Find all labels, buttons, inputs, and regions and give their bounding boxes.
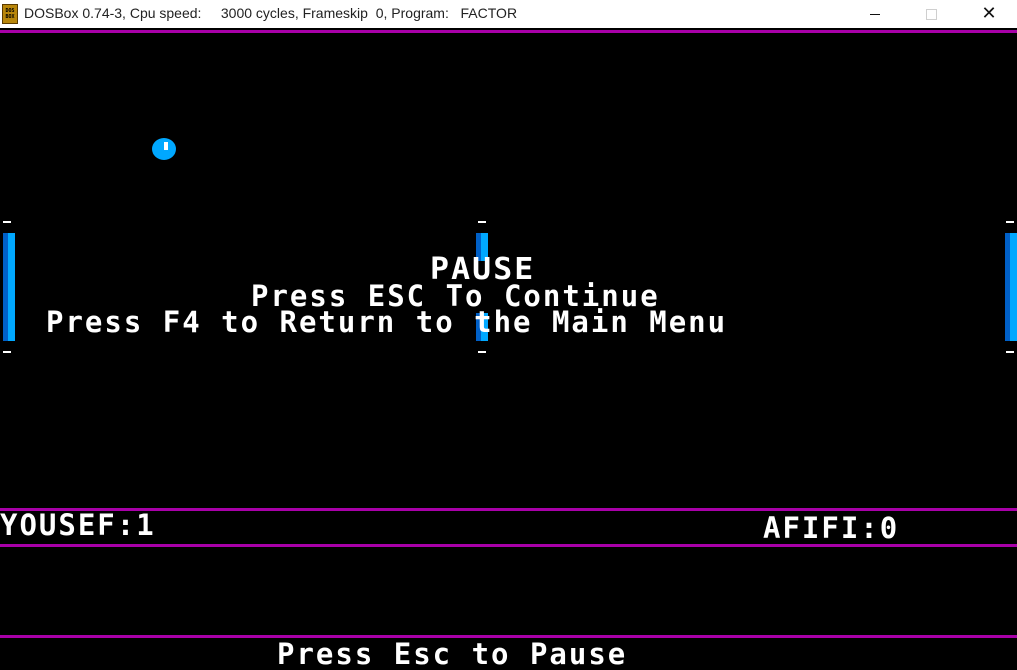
left-paddle xyxy=(3,233,15,341)
right-player-score: AFIFI:0 xyxy=(763,511,900,545)
close-button[interactable]: ✕ xyxy=(966,0,1012,28)
dosbox-icon[interactable]: DOS BOX xyxy=(2,4,18,24)
left-paddle-tick-bottom xyxy=(3,351,11,353)
net-tick-bottom xyxy=(478,351,486,353)
top-divider xyxy=(0,30,1017,33)
right-paddle xyxy=(1005,233,1017,341)
left-player-score: YOUSEF:1 xyxy=(0,508,156,542)
score-divider-bottom xyxy=(0,544,1017,547)
right-paddle-tick-bottom xyxy=(1006,351,1014,353)
title-bar[interactable]: DOS BOX DOSBox 0.74-3, Cpu speed: 3000 c… xyxy=(0,0,1017,28)
ball xyxy=(152,138,176,160)
maximize-button[interactable] xyxy=(908,0,954,28)
minimize-button[interactable] xyxy=(852,0,898,28)
main-menu-hint: Press F4 to Return to the Main Menu xyxy=(46,305,728,339)
game-screen[interactable]: PAUSE Press ESC To Continue Press F4 to … xyxy=(0,28,1017,670)
maximize-icon xyxy=(925,8,937,20)
pause-hint: Press Esc to Pause xyxy=(277,637,628,670)
minimize-icon xyxy=(870,13,880,15)
window-title: DOSBox 0.74-3, Cpu speed: 3000 cycles, F… xyxy=(24,5,518,21)
left-paddle-tick-top xyxy=(3,221,11,223)
close-icon: ✕ xyxy=(981,3,997,24)
net-tick-top xyxy=(478,221,486,223)
right-paddle-tick-top xyxy=(1006,221,1014,223)
